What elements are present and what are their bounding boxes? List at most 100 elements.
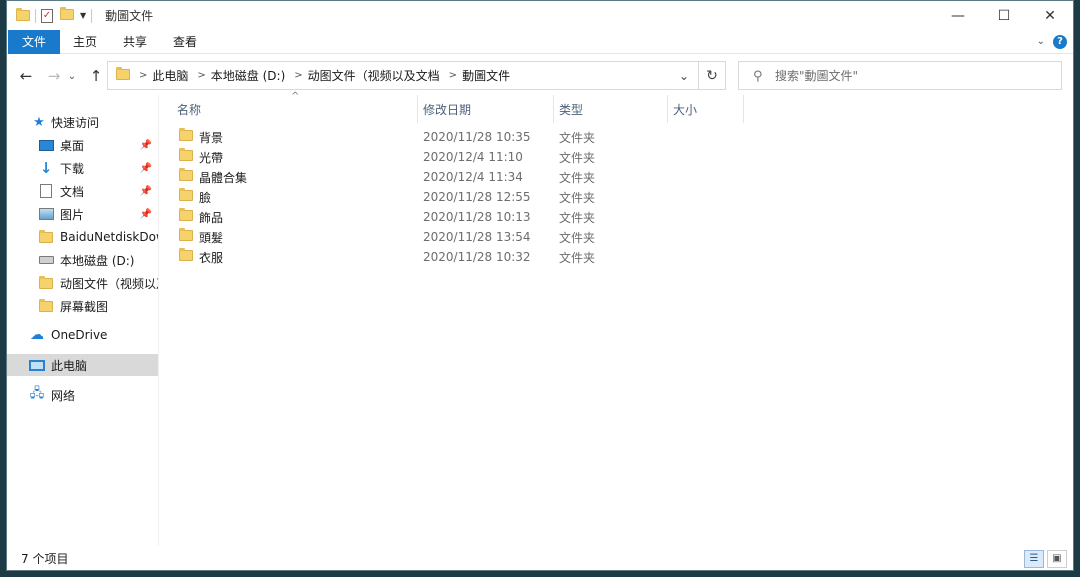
back-button[interactable]: ← bbox=[15, 65, 37, 87]
column-header-type[interactable]: 类型 bbox=[553, 95, 667, 123]
file-date: 2020/11/28 13:54 bbox=[423, 230, 531, 244]
column-header-size[interactable]: 大小 bbox=[667, 95, 743, 123]
address-dropdown-icon[interactable]: ⌄ bbox=[670, 62, 698, 89]
file-list: ^ 名称 修改日期 类型 大小 背景 2020/11/28 10:35 文件夹 … bbox=[159, 91, 1073, 546]
download-icon: ↓ bbox=[39, 159, 53, 177]
sidebar-item-onedrive[interactable]: ☁ OneDrive bbox=[7, 324, 158, 346]
column-divider[interactable] bbox=[743, 95, 744, 123]
sidebar-item-screenshots[interactable]: 屏幕截图 bbox=[7, 295, 158, 317]
sidebar-item-documents[interactable]: 文档 📌 bbox=[7, 180, 158, 202]
table-row[interactable]: 背景 2020/11/28 10:35 文件夹 bbox=[159, 127, 759, 147]
folder-icon bbox=[179, 148, 199, 164]
breadcrumb-this-pc[interactable]: 此电脑 bbox=[152, 67, 188, 84]
breadcrumb-current-folder[interactable]: 動圖文件 bbox=[462, 67, 510, 84]
sidebar-item-label: 桌面 bbox=[60, 138, 85, 153]
sidebar-item-this-pc[interactable]: 此电脑 bbox=[7, 354, 158, 376]
details-view-icon[interactable]: ☰ bbox=[1024, 549, 1044, 568]
breadcrumb-parent-folder[interactable]: 动图文件（视频以及文档 bbox=[308, 67, 440, 84]
breadcrumb-drive-d[interactable]: 本地磁盘 (D:) bbox=[211, 67, 285, 84]
sidebar-item-label: BaiduNetdiskDow bbox=[60, 230, 158, 244]
sidebar-item-label: 屏幕截图 bbox=[60, 299, 109, 314]
file-name: 衣服 bbox=[199, 250, 224, 265]
table-row[interactable]: 光帶 2020/12/4 11:10 文件夹 bbox=[159, 147, 759, 167]
item-count: 7 个项目 bbox=[21, 552, 69, 566]
table-row[interactable]: 臉 2020/11/28 12:55 文件夹 bbox=[159, 187, 759, 207]
sidebar-item-animation-files[interactable]: 动图文件（视频以及 bbox=[7, 272, 158, 294]
sidebar-item-drive-d[interactable]: 本地磁盘 (D:) bbox=[7, 249, 158, 271]
folder-icon bbox=[108, 66, 130, 83]
ribbon-tabs: 文件 主页 共享 查看 ⌄ ? bbox=[7, 29, 1073, 54]
star-icon: ★ bbox=[33, 114, 45, 130]
help-icon[interactable]: ? bbox=[1053, 34, 1067, 49]
file-date: 2020/12/4 11:10 bbox=[423, 150, 523, 164]
file-date: 2020/11/28 10:13 bbox=[423, 210, 531, 224]
table-row[interactable]: 飾品 2020/11/28 10:13 文件夹 bbox=[159, 207, 759, 227]
file-type: 文件夹 bbox=[559, 230, 596, 245]
tab-home[interactable]: 主页 bbox=[60, 30, 110, 54]
sidebar-item-baidunetdisk[interactable]: BaiduNetdiskDow bbox=[7, 226, 158, 248]
file-name: 頭髮 bbox=[199, 230, 224, 245]
large-icons-view-icon[interactable]: ▣ bbox=[1047, 549, 1067, 568]
sidebar-item-label: 图片 bbox=[60, 207, 85, 222]
sidebar-item-label: 此电脑 bbox=[51, 358, 88, 373]
sidebar-item-label: 本地磁盘 (D:) bbox=[60, 253, 135, 268]
pin-icon: 📌 bbox=[139, 208, 152, 220]
folder-icon bbox=[38, 229, 54, 244]
title-bar: ✓ ▼ 動圖文件 — ☐ ✕ bbox=[7, 1, 1073, 30]
quick-access-toolbar-dropdown-icon[interactable]: ▼ bbox=[80, 11, 86, 20]
sidebar-item-label: 下载 bbox=[60, 161, 85, 176]
minimize-button[interactable]: — bbox=[935, 1, 981, 30]
sidebar-item-label: 动图文件（视频以及 bbox=[60, 276, 158, 291]
tab-share[interactable]: 共享 bbox=[110, 30, 160, 54]
table-row[interactable]: 頭髮 2020/11/28 13:54 文件夹 bbox=[159, 227, 759, 247]
address-bar[interactable]: > 此电脑 > 本地磁盘 (D:) > 动图文件（视频以及文档 > 動圖文件 ⌄ bbox=[107, 61, 699, 90]
sidebar-item-quick-access[interactable]: ★ 快速访问 bbox=[7, 111, 158, 133]
desktop-icon bbox=[38, 138, 54, 152]
breadcrumb-separator[interactable]: > bbox=[197, 70, 205, 81]
folder-icon bbox=[38, 275, 54, 290]
cloud-icon: ☁ bbox=[30, 327, 44, 343]
tab-file[interactable]: 文件 bbox=[8, 29, 61, 54]
folder-icon bbox=[179, 228, 199, 244]
address-row: ← → ⌄ ↑ > 此电脑 > 本地磁盘 (D:) > 动图文件（视频以及文档 … bbox=[7, 61, 1073, 91]
breadcrumb-separator[interactable]: > bbox=[449, 70, 457, 81]
up-button[interactable]: ↑ bbox=[85, 65, 107, 87]
new-folder-icon[interactable] bbox=[60, 6, 74, 23]
column-header-name[interactable]: 名称 bbox=[171, 95, 417, 123]
folder-icon bbox=[179, 208, 199, 224]
tab-view[interactable]: 查看 bbox=[160, 30, 210, 54]
properties-icon[interactable]: ✓ bbox=[41, 8, 53, 23]
sidebar-item-label: 文档 bbox=[60, 184, 85, 199]
sidebar-item-label: 快速访问 bbox=[51, 115, 100, 130]
file-name: 晶體合集 bbox=[199, 170, 248, 185]
breadcrumb-separator[interactable]: > bbox=[294, 70, 302, 81]
sidebar-item-network[interactable]: 🖧 网络 bbox=[7, 384, 158, 406]
file-date: 2020/11/28 10:32 bbox=[423, 250, 531, 264]
separator bbox=[91, 8, 93, 23]
folder-icon bbox=[179, 128, 199, 144]
column-header-date[interactable]: 修改日期 bbox=[417, 95, 553, 123]
pin-icon: 📌 bbox=[139, 162, 152, 174]
search-placeholder: 搜索"動圖文件" bbox=[775, 69, 859, 83]
refresh-button[interactable]: ↻ bbox=[699, 61, 726, 90]
separator bbox=[35, 8, 36, 23]
folder-icon bbox=[38, 298, 54, 313]
maximize-button[interactable]: ☐ bbox=[981, 1, 1027, 30]
sidebar-item-desktop[interactable]: 桌面 📌 bbox=[7, 134, 158, 156]
window-title: 動圖文件 bbox=[105, 9, 154, 23]
recent-locations-button[interactable]: ⌄ bbox=[65, 65, 79, 87]
file-type: 文件夹 bbox=[559, 170, 596, 185]
search-input[interactable]: ⚲ 搜索"動圖文件" bbox=[738, 61, 1062, 90]
sidebar-item-downloads[interactable]: ↓ 下载 📌 bbox=[7, 157, 158, 179]
expand-ribbon-icon[interactable]: ⌄ bbox=[1037, 36, 1045, 47]
close-button[interactable]: ✕ bbox=[1027, 1, 1073, 30]
file-name: 飾品 bbox=[199, 210, 224, 225]
sidebar-item-pictures[interactable]: 图片 📌 bbox=[7, 203, 158, 225]
forward-button[interactable]: → bbox=[43, 65, 65, 87]
network-icon: 🖧 bbox=[29, 386, 45, 401]
table-row[interactable]: 衣服 2020/11/28 10:32 文件夹 bbox=[159, 247, 759, 267]
folder-icon bbox=[179, 248, 199, 264]
table-row[interactable]: 晶體合集 2020/12/4 11:34 文件夹 bbox=[159, 167, 759, 187]
folder-icon bbox=[179, 188, 199, 204]
pictures-icon bbox=[38, 207, 54, 221]
